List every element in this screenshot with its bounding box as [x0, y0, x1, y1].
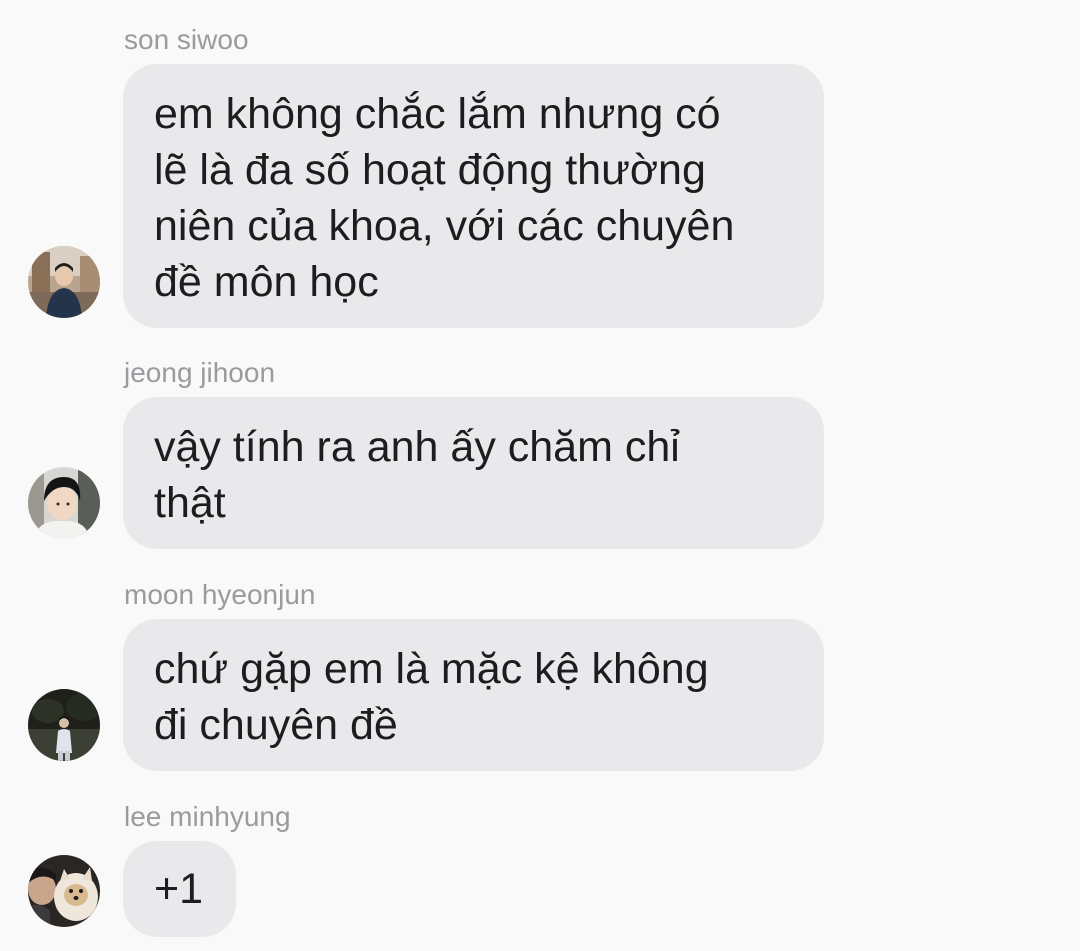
- avatar[interactable]: [28, 689, 100, 761]
- message-group: jeong jihoon vậy tính ra anh ấy chăm chỉ…: [0, 357, 1080, 557]
- message-bubble[interactable]: +1: [123, 841, 236, 937]
- avatar-photo-icon: [28, 467, 100, 539]
- message-bubble[interactable]: em không chắc lắm nhưng có lẽ là đa số h…: [123, 64, 824, 328]
- avatar-photo-icon: [28, 246, 100, 318]
- message-text: vậy tính ra anh ấy chăm chỉ thật: [154, 423, 680, 527]
- message-text: chứ gặp em là mặc kệ không đi chuyên đề: [154, 645, 709, 749]
- avatar[interactable]: [28, 855, 100, 927]
- message-text: em không chắc lắm nhưng có lẽ là đa số h…: [154, 90, 735, 306]
- sender-name: lee minhyung: [124, 801, 291, 832]
- avatar-photo-icon: [28, 689, 100, 761]
- message-group: lee minhyung +1: [0, 801, 1080, 951]
- sender-name: son siwoo: [124, 24, 249, 55]
- message-bubble[interactable]: chứ gặp em là mặc kệ không đi chuyên đề: [123, 619, 824, 771]
- message-group: moon hyeonjun chứ gặp em là mặc kệ không…: [0, 579, 1080, 779]
- avatar[interactable]: [28, 467, 100, 539]
- message-text: +1: [154, 865, 204, 913]
- sender-name: moon hyeonjun: [124, 579, 316, 610]
- avatar-photo-icon: [28, 855, 100, 927]
- avatar[interactable]: [28, 246, 100, 318]
- message-bubble[interactable]: vậy tính ra anh ấy chăm chỉ thật: [123, 397, 824, 549]
- message-group: son siwoo em không chắc lắm nhưng có lẽ …: [0, 24, 1080, 334]
- sender-name: jeong jihoon: [124, 357, 276, 388]
